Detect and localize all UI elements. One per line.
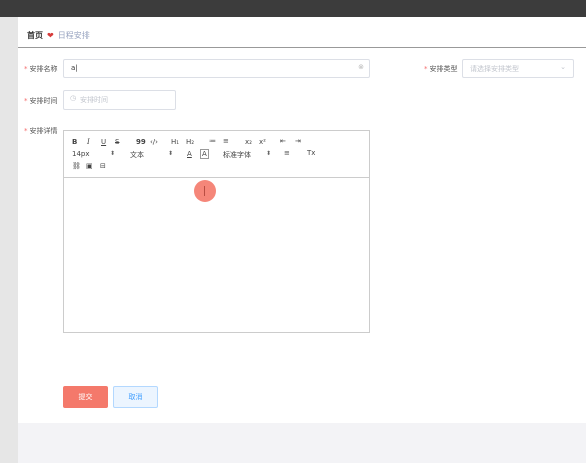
breadcrumb-home[interactable]: 首页 (27, 30, 43, 41)
bullet-list-button[interactable]: ≡ (223, 137, 229, 145)
strike-button[interactable]: S (115, 138, 119, 146)
breadcrumb-current: 日程安排 (57, 31, 90, 40)
name-label: * 安排名称 (24, 64, 58, 74)
chevron-updown-icon: ⬍ (266, 150, 272, 157)
font-color-button[interactable]: A (187, 150, 192, 158)
editor-content-area[interactable] (64, 178, 369, 332)
rich-text-editor: B I U S 99 ‹/› H₁ H₂ ≔ ≡ x₂ x² ⇤ ⇥ 14px … (63, 130, 370, 333)
chevron-down-icon: ⌄ (560, 63, 566, 71)
superscript-button[interactable]: x² (259, 138, 266, 146)
time-label-text: 安排时间 (29, 97, 58, 105)
background-color-button[interactable]: A (200, 149, 209, 159)
align-button[interactable]: ≡ (284, 149, 290, 157)
subscript-button[interactable]: x₂ (245, 138, 252, 146)
breadcrumb-divider (18, 47, 586, 48)
required-mark: * (424, 65, 428, 73)
detail-label-text: 安排详情 (29, 127, 58, 135)
code-button[interactable]: ‹/› (150, 138, 158, 146)
required-mark: * (24, 65, 28, 73)
name-input-value: a| (71, 64, 78, 72)
breadcrumb: 首页 ❤ 日程安排 (27, 30, 90, 41)
outdent-button[interactable]: ⇤ (280, 137, 286, 145)
heading1-button[interactable]: H₁ (171, 138, 179, 146)
type-label-text: 安排类型 (429, 65, 458, 73)
quote-button[interactable]: 99 (136, 138, 146, 146)
required-mark: * (24, 97, 28, 105)
type-label: * 安排类型 (424, 64, 458, 74)
heading2-button[interactable]: H₂ (186, 138, 194, 146)
detail-label: * 安排详情 (24, 126, 58, 136)
font-size-select[interactable]: 14px (72, 150, 90, 158)
ordered-list-button[interactable]: ≔ (209, 137, 216, 145)
indent-button[interactable]: ⇥ (295, 137, 301, 145)
page-bottom-area (18, 423, 586, 463)
bold-button[interactable]: B (72, 138, 77, 146)
chevron-updown-icon: ⬍ (110, 150, 116, 157)
text-style-select[interactable]: 文本 (130, 150, 144, 160)
image-icon[interactable]: ▣ (86, 162, 93, 170)
submit-button[interactable]: 提交 (63, 386, 108, 408)
click-indicator (194, 180, 216, 202)
name-input[interactable]: a| ⊗ (63, 59, 370, 78)
top-dark-bar (0, 0, 586, 17)
type-select[interactable]: 请选择安排类型 ⌄ (462, 59, 574, 78)
time-picker-placeholder: 安排时间 (80, 96, 108, 104)
font-family-select[interactable]: 标准字体 (223, 150, 251, 160)
underline-button[interactable]: U (101, 138, 106, 146)
chevron-updown-icon: ⬍ (168, 150, 174, 157)
video-icon[interactable]: ⊟ (100, 162, 106, 170)
heart-icon: ❤ (47, 31, 54, 40)
clear-format-button[interactable]: Tx (307, 149, 315, 157)
editor-toolbar: B I U S 99 ‹/› H₁ H₂ ≔ ≡ x₂ x² ⇤ ⇥ 14px … (64, 131, 369, 178)
name-label-text: 安排名称 (29, 65, 58, 73)
cancel-button[interactable]: 取消 (113, 386, 158, 408)
clock-icon: ◷ (70, 94, 77, 102)
italic-button[interactable]: I (87, 138, 90, 146)
circle-close-icon[interactable]: ⊗ (358, 63, 364, 71)
text-cursor-icon (204, 186, 205, 196)
left-edge-strip (0, 17, 19, 463)
time-label: * 安排时间 (24, 96, 58, 106)
link-icon[interactable]: ⛓ (72, 162, 81, 170)
type-select-placeholder: 请选择安排类型 (470, 65, 519, 73)
main-content: 首页 ❤ 日程安排 * 安排名称 a| ⊗ * 安排类型 请选择安排类型 ⌄ * 安排… (18, 17, 586, 423)
time-picker[interactable]: ◷ 安排时间 (63, 90, 176, 110)
required-mark: * (24, 127, 28, 135)
